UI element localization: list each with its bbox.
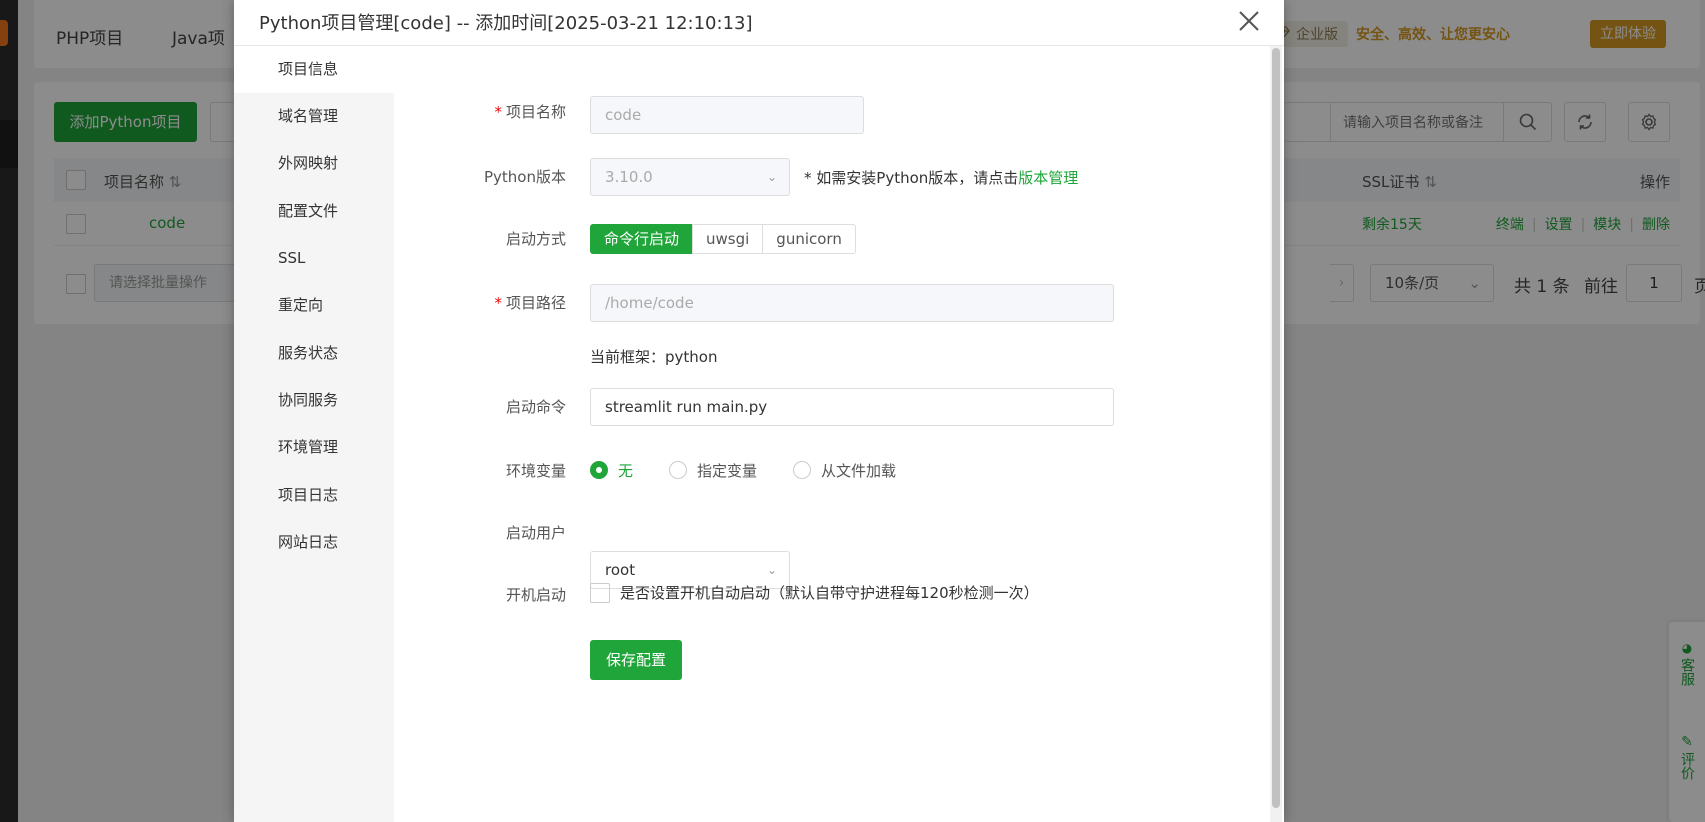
project-path-label: * 项目路径 [394, 292, 566, 313]
env-var-label: 环境变量 [505, 462, 566, 480]
python-version-hint-text: * 如需安装Python版本，请点击 [804, 169, 1019, 187]
nav-service-status[interactable]: 服务状态 [234, 330, 394, 377]
radio-dot [669, 461, 688, 479]
auto-start-text: 是否设置开机自动启动（默认自带守护进程每120秒检测一次） [620, 584, 1039, 602]
modal-side-nav: 项目信息 域名管理 外网映射 配置文件 SSL 重定向 服务状态 协同服务 环境… [234, 46, 394, 822]
nav-site-log[interactable]: 网站日志 [234, 519, 394, 566]
env-specify-label: 指定变量 [697, 461, 758, 480]
modal-scrollbar[interactable] [1270, 46, 1282, 822]
close-icon [1239, 11, 1259, 31]
radio-dot [793, 461, 812, 479]
env-file-label: 从文件加载 [821, 461, 897, 480]
env-file-radio[interactable]: 从文件加载 [793, 460, 896, 481]
start-mode-gunicorn[interactable]: gunicorn [762, 224, 856, 254]
required-mark: * [494, 294, 502, 312]
python-version-select: 3.10.0 ⌄ [590, 158, 790, 196]
radio-dot [590, 461, 608, 479]
close-button[interactable] [1234, 6, 1264, 36]
nav-redirect[interactable]: 重定向 [234, 282, 394, 329]
start-command-label: 启动命令 [505, 398, 566, 416]
nav-env-management[interactable]: 环境管理 [234, 424, 394, 471]
project-path-label-text: 项目路径 [505, 294, 566, 312]
nav-config-file[interactable]: 配置文件 [234, 188, 394, 235]
env-none-radio[interactable]: 无 [590, 460, 633, 481]
framework-text: 当前框架：python [590, 348, 718, 366]
scrollbar-thumb[interactable] [1272, 48, 1280, 808]
python-version-label: Python版本 [484, 168, 566, 186]
start-user-label: 启动用户 [505, 524, 566, 542]
version-management-link[interactable]: 版本管理 [1018, 169, 1078, 187]
start-user-value: root [605, 561, 636, 579]
required-mark: * [494, 103, 502, 121]
start-mode-uwsgi[interactable]: uwsgi [692, 224, 764, 254]
auto-start-checkbox[interactable]: 是否设置开机自动启动（默认自带守护进程每120秒检测一次） [590, 582, 1039, 603]
project-name-label: * 项目名称 [394, 101, 566, 122]
nav-project-info[interactable]: 项目信息 [234, 46, 394, 93]
nav-project-log[interactable]: 项目日志 [234, 472, 394, 519]
nav-domain-management[interactable]: 域名管理 [234, 93, 394, 140]
env-specify-radio[interactable]: 指定变量 [669, 460, 757, 481]
modal-title: Python项目管理[code] -- 添加时间[2025-03-21 12:1… [259, 13, 753, 34]
save-config-button[interactable]: 保存配置 [590, 640, 682, 680]
python-version-value: 3.10.0 [605, 168, 653, 186]
start-mode-label: 启动方式 [505, 230, 566, 248]
project-path-input: /home/code [590, 284, 1114, 322]
nav-ssl[interactable]: SSL [234, 235, 394, 282]
start-command-input[interactable]: streamlit run main.py [590, 388, 1114, 426]
project-name-label-text: 项目名称 [505, 103, 566, 121]
env-none-label: 无 [618, 461, 634, 480]
python-version-hint: * 如需安装Python版本，请点击版本管理 [804, 167, 1078, 188]
checkbox-box [590, 582, 610, 603]
chevron-down-icon: ⌄ [766, 170, 777, 184]
project-info-form: * 项目名称 code Python版本 3.10.0 ⌄ * 如需安装Python… [394, 46, 1270, 822]
python-project-modal: Python项目管理[code] -- 添加时间[2025-03-21 12:1… [234, 0, 1284, 822]
nav-external-mapping[interactable]: 外网映射 [234, 140, 394, 187]
modal-header: Python项目管理[code] -- 添加时间[2025-03-21 12:1… [234, 0, 1284, 46]
env-var-radio-group: 无 指定变量 从文件加载 [590, 458, 932, 482]
project-name-input: code [590, 96, 864, 134]
auto-start-label: 开机启动 [505, 586, 566, 604]
start-mode-group: 命令行启动 uwsgi gunicorn [590, 224, 856, 254]
nav-collab-service[interactable]: 协同服务 [234, 377, 394, 424]
start-mode-cli[interactable]: 命令行启动 [590, 224, 694, 254]
